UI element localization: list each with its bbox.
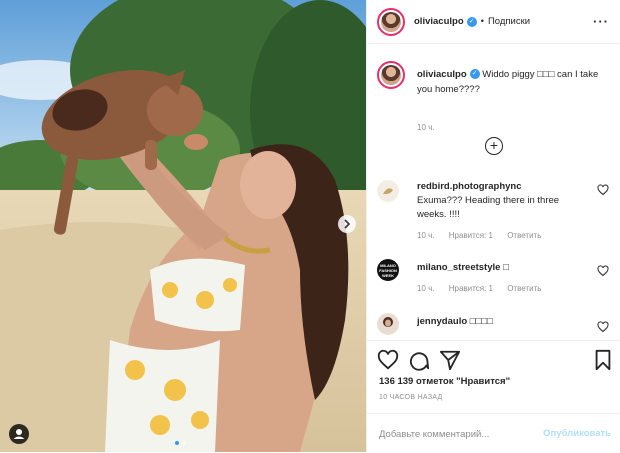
caption-username[interactable]: oliviaculpo [417,69,467,80]
more-options-icon[interactable]: ··· [593,14,609,29]
comment-time[interactable]: 10 ч. [417,284,435,293]
caption-avatar[interactable] [377,61,405,89]
comment-likes[interactable]: Нравится: 1 [449,231,493,240]
post-timestamp[interactable]: 10 ЧАСОВ НАЗАД [379,394,443,401]
comment-avatar[interactable] [377,180,399,202]
add-comment-bar: Опубликовать [367,413,620,453]
comments-list[interactable]: oliviaculpo ✓ Widdo piggy □□□ can I take … [367,45,620,340]
heart-icon[interactable] [377,349,399,371]
avatar-logo-text: MILANO FASHION WEEK [379,263,397,278]
follow-status-button[interactable]: Подписки [488,16,530,27]
comment-text: jennydaulo □□□□ [417,315,587,329]
instagram-post: oliviaculpo ✓ • Подписки ··· oliviaculpo… [0,0,620,452]
comment-avatar[interactable]: MILANO FASHION WEEK [377,259,399,281]
comment-icon[interactable] [408,349,430,371]
comment-meta: 10 ч. Нравится: 1 Ответить [417,284,553,293]
publish-button[interactable]: Опубликовать [543,428,611,439]
comment-avatar[interactable] [377,313,399,335]
verified-icon: ✓ [466,16,477,27]
heart-icon[interactable] [597,184,609,196]
verified-icon: ✓ [469,69,480,80]
comment-likes[interactable]: Нравится: 1 [449,284,493,293]
load-more-icon[interactable]: + [485,137,503,155]
avatar[interactable] [377,7,405,36]
heart-icon[interactable] [597,321,609,333]
comment-time[interactable]: 10 ч. [417,231,435,240]
post-header: oliviaculpo ✓ • Подписки ··· [367,0,620,44]
reply-button[interactable]: Ответить [507,284,541,293]
comment-username[interactable]: milano_streetstyle [417,262,500,273]
comment-body: □ [503,262,509,273]
heart-icon[interactable] [597,265,609,277]
share-icon[interactable] [439,349,461,371]
bookmark-icon[interactable] [592,349,614,371]
comment-input[interactable] [379,426,529,442]
reply-button[interactable]: Ответить [507,231,541,240]
next-arrow-icon[interactable] [338,215,356,233]
separator-dot: • [480,16,484,27]
comment-body: □□□□ [469,316,493,327]
user-tag-icon[interactable] [9,424,29,444]
comment-meta: 10 ч. Нравится: 1 Ответить [417,231,553,240]
comment-text: milano_streetstyle □ [417,261,587,275]
caption-time[interactable]: 10 ч. [417,123,435,132]
post-sidebar: oliviaculpo ✓ • Подписки ··· oliviaculpo… [366,0,620,452]
comment-body: Exuma??? Heading there in three weeks. !… [417,195,560,220]
comment-username[interactable]: jennydaulo [417,316,467,327]
likes-count[interactable]: 136 139 отметок "Нравится" [379,376,510,387]
photo-illustration [0,0,366,452]
comment-username[interactable]: redbird.photographync [417,181,522,192]
comment-text: redbird.photographync Exuma??? Heading t… [417,180,587,222]
post-photo[interactable] [0,0,366,452]
carousel-dot [182,441,186,445]
carousel-dots [175,437,189,448]
caption-text: oliviaculpo ✓ Widdo piggy □□□ can I take … [417,67,607,97]
post-actions: 136 139 отметок "Нравится" 10 ЧАСОВ НАЗА… [367,340,620,452]
header-username[interactable]: oliviaculpo [414,16,464,27]
carousel-dot-active [175,441,179,445]
